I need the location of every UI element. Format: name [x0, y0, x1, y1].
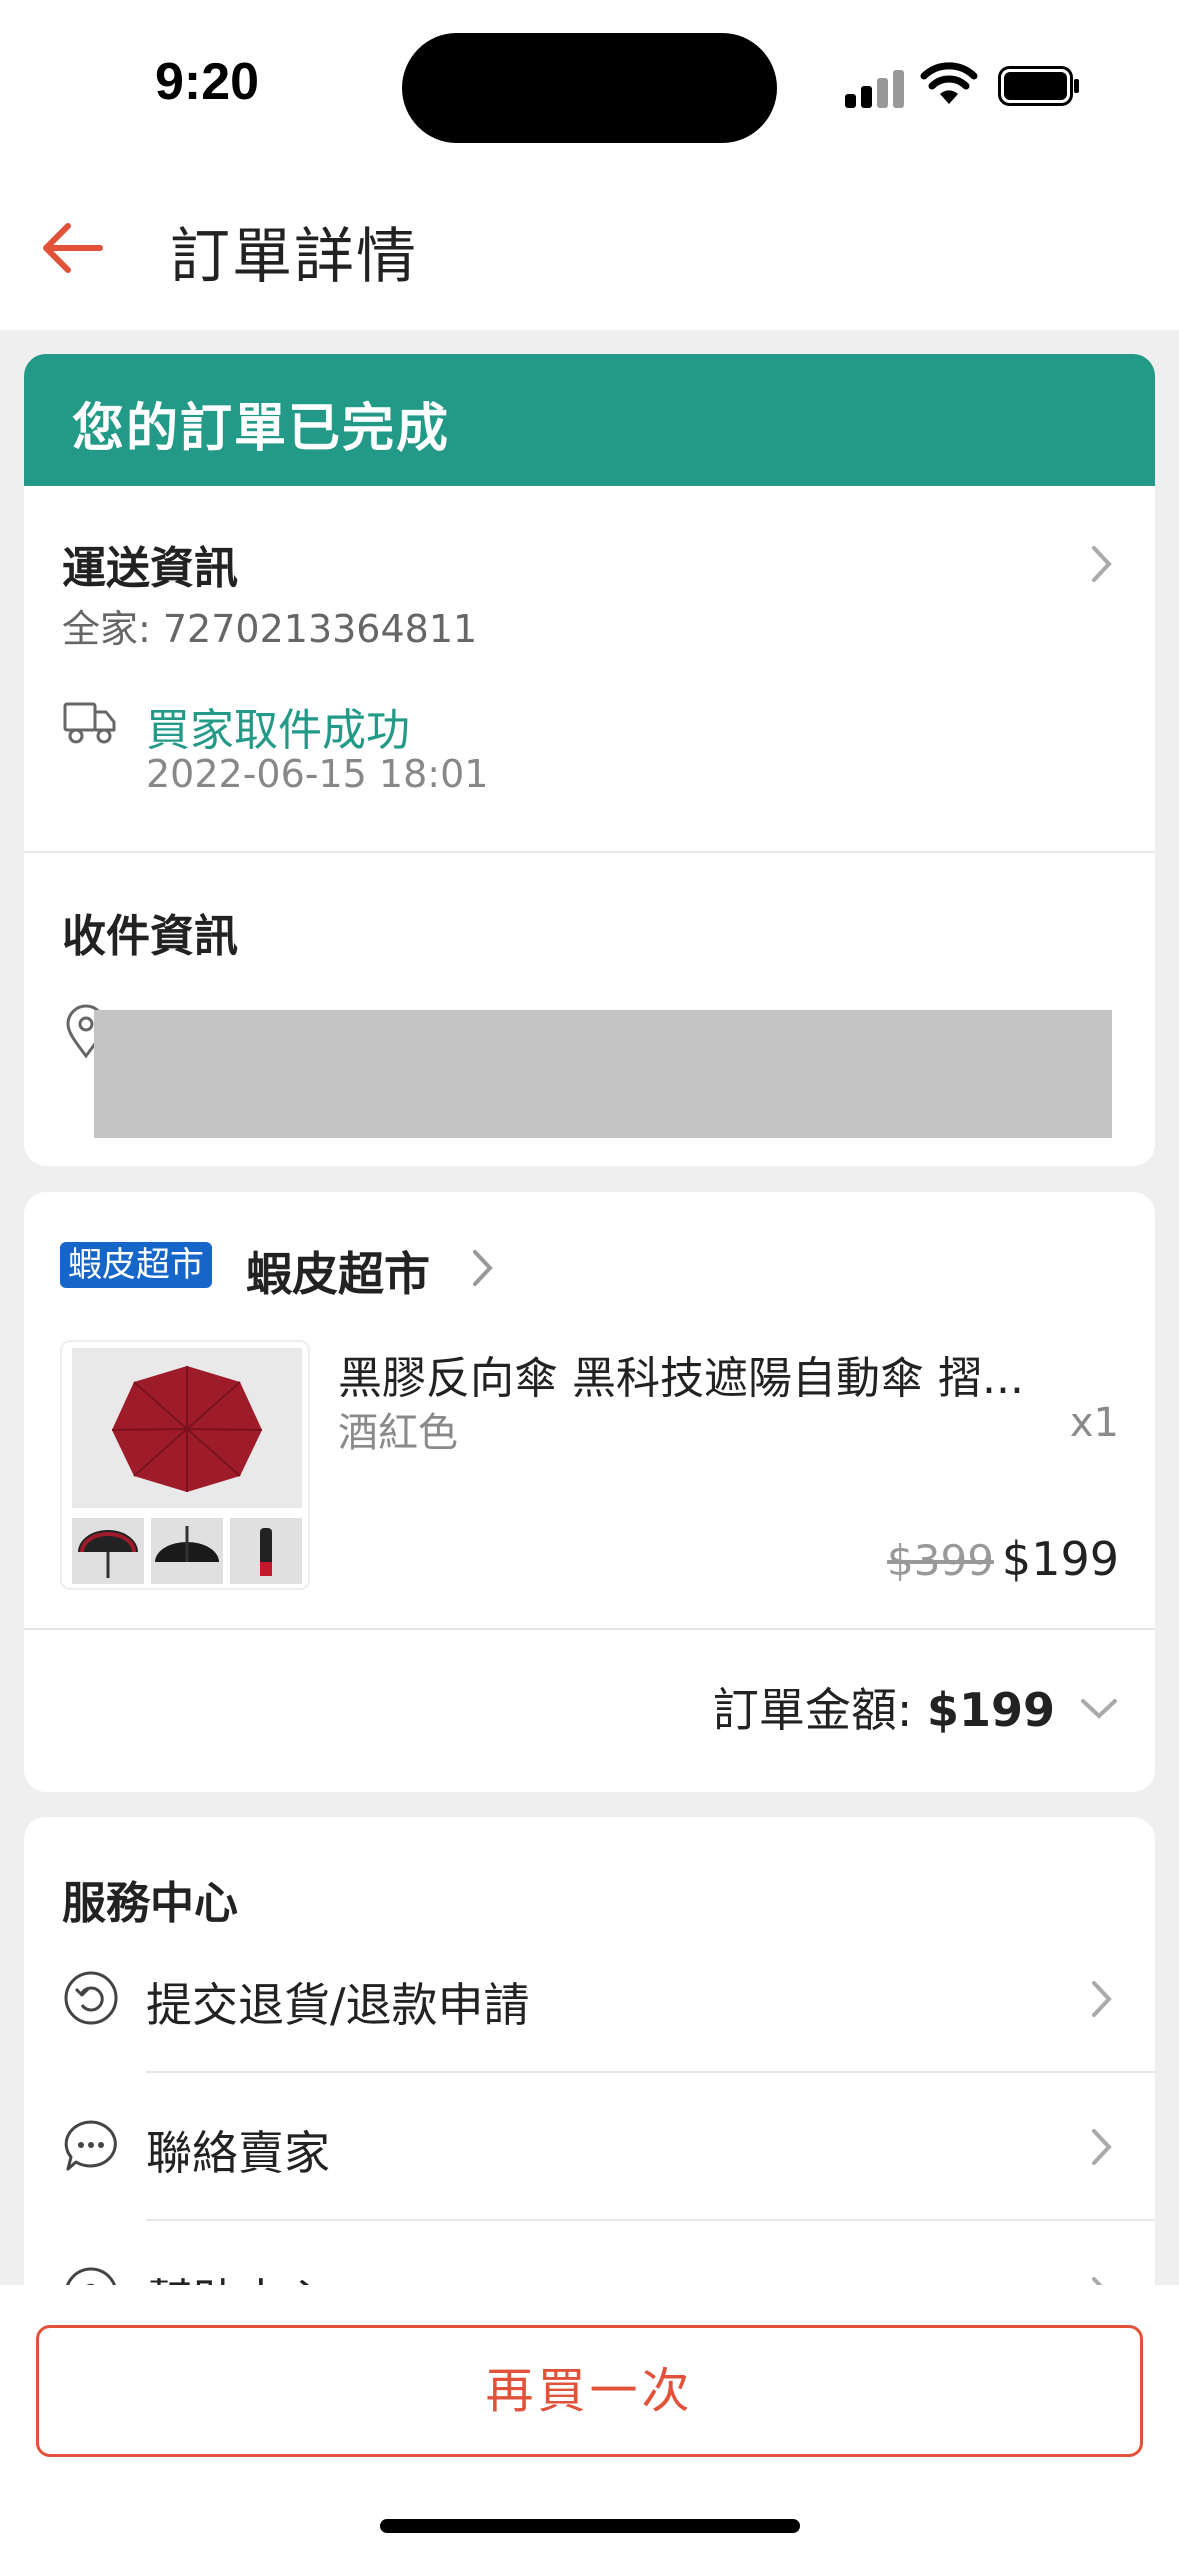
product-image-small: [151, 1518, 223, 1584]
shipping-info-title: 運送資訊: [62, 543, 238, 594]
wifi-icon: [920, 62, 978, 104]
order-total-label: 訂單金額:: [712, 1683, 927, 1737]
chat-icon: [64, 2120, 117, 2171]
product-card: 蝦皮超市 蝦皮超市 黑膠反向傘 黑科技遮陽自動傘 摺... 酒紅色 x1 $39…: [24, 1192, 1155, 1792]
order-status-banner: 您的訂單已完成: [24, 354, 1155, 486]
service-center-title: 服務中心: [62, 1878, 238, 1929]
bottom-action-bar: 再買一次: [0, 2285, 1179, 2556]
chevron-right-icon[interactable]: [1089, 544, 1115, 584]
product-image-small: [230, 1518, 302, 1584]
page-title: 訂單詳情: [170, 222, 418, 292]
product-name: 黑膠反向傘 黑科技遮陽自動傘 摺...: [338, 1353, 1024, 1404]
mall-badge: 蝦皮超市: [60, 1242, 212, 1288]
cellular-signal-icon: [845, 68, 905, 108]
home-indicator: [380, 2519, 800, 2533]
service-item-contact-seller[interactable]: 聯絡賣家: [24, 2073, 1155, 2219]
tracking-number: 全家: 7270213364811: [62, 607, 478, 651]
chevron-right-icon[interactable]: [470, 1248, 496, 1288]
price-row: $399 $199: [887, 1532, 1119, 1586]
order-info-card: 您的訂單已完成 運送資訊 全家: 7270213364811 買家取件成功 20…: [24, 354, 1155, 1166]
service-item-label: 提交退貨/退款申請: [146, 1978, 530, 2032]
page-header: 訂單詳情: [0, 170, 1179, 330]
dynamic-island: [402, 33, 777, 143]
sale-price: $199: [1001, 1532, 1119, 1586]
battery-icon: [998, 66, 1079, 106]
shipping-event-time: 2022-06-15 18:01: [146, 752, 489, 796]
order-total: 訂單金額: $199: [713, 1674, 1055, 1740]
service-item-label: 聯絡賣家: [146, 2126, 330, 2180]
recipient-info-title: 收件資訊: [62, 911, 238, 962]
return-icon: [64, 1971, 118, 2025]
shipping-event: 買家取件成功: [146, 705, 410, 756]
back-arrow-icon[interactable]: [38, 218, 110, 278]
chevron-down-icon[interactable]: [1079, 1696, 1119, 1722]
product-variant: 酒紅色: [338, 1410, 458, 1456]
product-image: [72, 1348, 302, 1508]
original-price: $399: [887, 1536, 994, 1585]
shop-name: 蝦皮超市: [246, 1247, 430, 1301]
product-quantity: x1: [1069, 1400, 1119, 1446]
status-time: 9:20: [155, 53, 260, 111]
divider: [24, 1628, 1155, 1630]
service-item-return-refund[interactable]: 提交退貨/退款申請: [24, 1925, 1155, 2071]
chevron-right-icon: [1092, 2129, 1112, 2165]
status-bar: 9:20: [0, 0, 1179, 170]
redacted-address: [94, 1010, 1112, 1138]
divider: [24, 851, 1155, 853]
chevron-right-icon: [1092, 1981, 1112, 2017]
buy-again-button[interactable]: 再買一次: [36, 2325, 1143, 2457]
product-image-small: [72, 1518, 144, 1584]
truck-icon: [63, 702, 116, 744]
order-total-amount: $199: [926, 1683, 1055, 1737]
product-thumbnail: [60, 1340, 310, 1590]
